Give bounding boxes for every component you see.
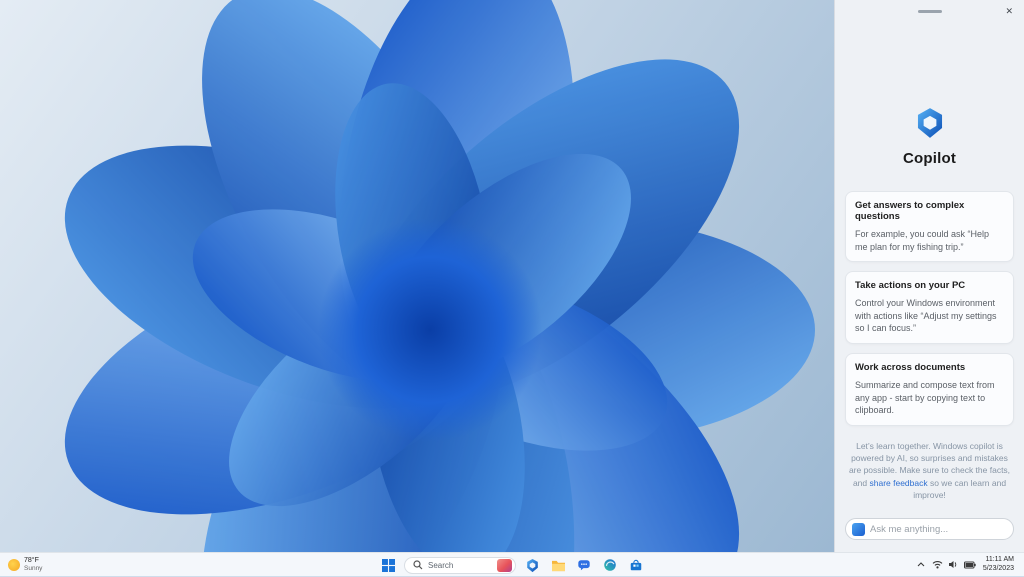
sun-icon xyxy=(8,558,20,571)
battery-icon xyxy=(963,561,976,568)
chat-bubble-icon xyxy=(578,560,590,571)
search-highlight-image xyxy=(497,558,512,572)
taskbar: 78°F Sunny Search 11:11 AM 5/23/2023 xyxy=(0,552,1024,576)
panel-controls: ✕ xyxy=(845,4,1014,20)
copilot-panel: ✕ Copilot Get answers to complex questio… xyxy=(834,0,1024,552)
ask-input-container[interactable] xyxy=(845,518,1014,540)
ask-input[interactable] xyxy=(870,523,1007,535)
suggestion-cards: Get answers to complex questions For exa… xyxy=(845,191,1014,426)
taskbar-copilot-button[interactable] xyxy=(522,555,542,575)
panel-title: Copilot xyxy=(902,150,957,167)
card-body: For example, you could ask “Help me plan… xyxy=(855,229,990,252)
weather-temperature: 78°F xyxy=(24,556,39,564)
wifi-icon xyxy=(932,561,943,569)
search-icon xyxy=(413,560,423,570)
weather-text: 78°F Sunny xyxy=(24,557,42,573)
card-title: Get answers to complex questions xyxy=(855,200,965,222)
wallpaper-bloom xyxy=(64,0,815,552)
card-body: Summarize and compose text from any app … xyxy=(855,379,995,416)
system-tray: 11:11 AM 5/23/2023 xyxy=(917,553,1024,576)
card-title: Work across documents xyxy=(855,361,966,373)
card-actions: Take actions on your PC Control your Win… xyxy=(845,271,1014,344)
clock[interactable]: 11:11 AM 5/23/2023 xyxy=(983,556,1014,573)
start-button[interactable] xyxy=(378,555,398,575)
ai-disclaimer: Let’s learn together. Windows copilot is… xyxy=(845,440,1014,502)
desktop[interactable] xyxy=(0,0,834,552)
card-documents: Work across documents Summarize and comp… xyxy=(845,352,1014,426)
panel-spacer xyxy=(845,501,1014,518)
close-icon[interactable]: ✕ xyxy=(1000,4,1018,18)
store-bag-icon xyxy=(630,559,642,571)
store-button[interactable] xyxy=(626,555,646,575)
chevron-up-icon xyxy=(917,562,925,567)
taskbar-center: Search xyxy=(378,553,646,577)
file-explorer-button[interactable] xyxy=(548,555,568,575)
card-title: Take actions on your PC xyxy=(855,280,966,292)
compose-icon xyxy=(852,522,865,536)
network-volume-battery-button[interactable] xyxy=(932,560,976,569)
weather-condition: Sunny xyxy=(24,564,43,572)
copilot-icon xyxy=(526,558,538,572)
folder-icon xyxy=(551,560,565,571)
windows-logo-icon xyxy=(381,558,395,572)
clock-time: 11:11 AM xyxy=(985,556,1014,563)
copilot-branding: Copilot xyxy=(845,106,1014,167)
taskbar-search[interactable]: Search xyxy=(404,556,516,574)
copilot-logo-icon xyxy=(917,108,942,138)
edge-button[interactable] xyxy=(600,555,620,575)
edge-browser-icon xyxy=(604,559,616,571)
share-feedback-link[interactable]: share feedback xyxy=(869,478,927,488)
weather-widget[interactable]: 78°F Sunny xyxy=(0,557,42,573)
volume-icon xyxy=(948,561,957,568)
panel-drag-handle[interactable] xyxy=(917,10,942,13)
clock-date: 5/23/2023 xyxy=(982,564,1014,572)
chat-button[interactable] xyxy=(574,555,594,575)
show-hidden-icons-button[interactable] xyxy=(917,562,925,567)
card-body: Control your Windows environment with ac… xyxy=(855,298,997,334)
search-label: Search xyxy=(428,560,454,570)
disclaimer-text: so we can learn and improve! xyxy=(913,477,1007,500)
card-answers: Get answers to complex questions For exa… xyxy=(845,191,1014,263)
